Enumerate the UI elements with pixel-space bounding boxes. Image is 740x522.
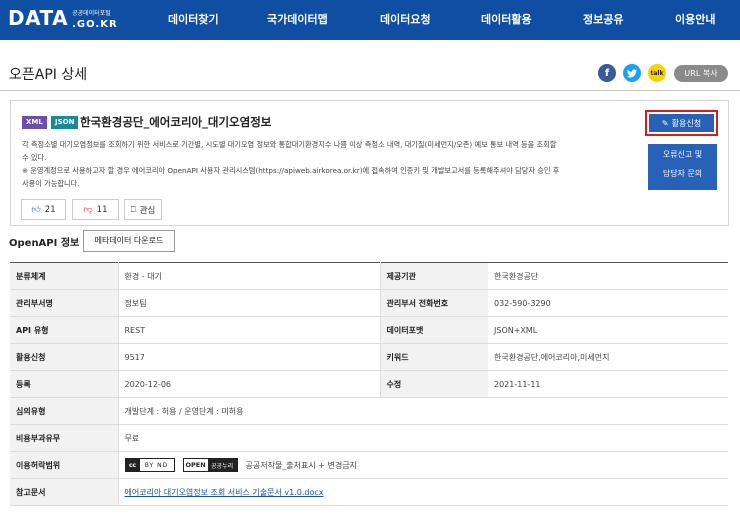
json-badge: JSON [51,116,79,129]
site-logo[interactable]: DATA 공공데이터포털 .GO.KR [8,6,118,30]
table-row: 심의유형 개발단계 : 허용 / 운영단계 : 미허용 [10,397,728,425]
row-key: 관리부서 전화번호 [379,289,488,317]
xml-badge: XML [22,116,47,129]
dataset-title: 한국환경공단_에어코리아_대기오염정보 [80,115,272,129]
nav-data-search[interactable]: 데이터찾기 [168,11,219,27]
row-key: 데이터포맷 [379,316,488,344]
nav-data-utilization[interactable]: 데이터활용 [481,11,532,27]
like-count: 21 [44,204,56,215]
interest-button[interactable]: ⎕ 관심 [124,199,162,220]
dislike-button[interactable]: 👎︎ 11 [72,199,119,220]
row-value: 한국환경공단,에어코리아,미세먼지 [488,343,728,371]
row-key: 제공기관 [379,262,488,290]
dislike-count: 11 [96,204,108,215]
bookmark-icon: ⎕ [130,204,136,215]
logo-subtitle: 공공데이터포털 [72,10,111,17]
kakaotalk-share-icon[interactable]: talk [648,64,666,82]
table-row: 분류체계 환경 - 대기 제공기관 한국환경공단 [10,262,728,290]
url-copy-button[interactable]: URL 복사 [674,65,728,82]
apply-button[interactable]: ✎ 활용신청 [645,110,718,136]
description-paragraph: 각 측정소별 대기오염정보를 조회하기 위한 서비스로 기간별, 시도별 대기오… [22,140,557,162]
row-value: 정보팀 [117,289,380,317]
table-row: 이용허락범위 cc BY ND OPEN 공공누리 공공저작물_출처표시 + 변… [10,451,728,479]
twitter-share-icon[interactable] [623,64,641,82]
thumbs-up-icon: 👍︎ [31,204,41,215]
table-row: 비용부과유무 무료 [10,424,728,452]
nav-usage-guide[interactable]: 이용안내 [675,11,715,27]
facebook-share-icon[interactable]: f [598,64,616,82]
row-key: 분류체계 [10,262,118,290]
row-key: API 유형 [10,316,118,344]
metadata-download-button[interactable]: 메타데이터 다운로드 [83,230,175,252]
table-row: 등록 2020-12-06 수정 2021-11-11 [10,370,728,398]
interest-label: 관심 [139,205,156,216]
api-info-table: 분류체계 환경 - 대기 제공기관 한국환경공단 관리부서명 정보팀 관리부서 전화번호 03… [10,262,728,506]
kogl-license-icon: OPEN 공공누리 [182,458,238,472]
table-row: 참고문서 에어코리아 대기오염정보 조회 서비스 기술문서 v1.0.docx [10,478,728,506]
report-error-contact-button[interactable]: 오류신고 및 담당자 문의 [648,144,717,190]
row-value: 2021-11-11 [488,370,728,398]
dataset-description: 각 측정소별 대기오염정보를 조회하기 위한 서비스로 기간별, 시도별 대기오… [22,138,562,190]
row-value: REST [117,316,380,344]
row-key: 키워드 [379,343,488,371]
row-key: 활용신청 [10,343,118,371]
thumbs-down-icon: 👎︎ [83,204,93,215]
row-value: 9517 [117,343,380,371]
logo-domain: .GO.KR [72,19,118,30]
row-value: 환경 - 대기 [117,262,380,290]
license-text: 공공저작물_출처표시 + 변경금지 [245,460,357,470]
row-value: JSON+XML [488,316,728,344]
table-row: API 유형 REST 데이터포맷 JSON+XML [10,316,728,344]
description-notice: ※ 운영계정으로 사용하고자 할 경우 에어코리아 OpenAPI 사용자 관리… [22,166,560,188]
nav-info-share[interactable]: 정보공유 [583,11,623,27]
apply-button-label: 활용신청 [671,118,702,128]
nav-national-data-map[interactable]: 국가데이터맵 [267,11,328,27]
top-navigation-bar: DATA 공공데이터포털 .GO.KR 데이터찾기 국가데이터맵 데이터요청 데… [0,0,740,40]
row-key: 수정 [379,370,488,398]
row-value: 한국환경공단 [488,262,728,290]
page-title: 오픈API 상세 [9,67,88,83]
row-value: 032-590-3290 [488,289,728,317]
row-value: 2020-12-06 [117,370,380,398]
table-row: 활용신청 9517 키워드 한국환경공단,에어코리아,미세먼지 [10,343,728,371]
main-menu: 데이터찾기 국가데이터맵 데이터요청 데이터활용 정보공유 이용안내 [140,0,740,40]
divider [0,90,740,91]
row-key: 등록 [10,370,118,398]
logo-text: DATA [8,6,69,30]
pencil-icon: ✎ [661,118,669,128]
reference-doc-link[interactable]: 에어코리아 대기오염정보 조회 서비스 기술문서 v1.0.docx [125,488,324,497]
section-title: OpenAPI 정보 [9,238,80,249]
row-key: 관리부서명 [10,289,118,317]
like-button[interactable]: 👍︎ 21 [21,199,66,220]
table-row: 관리부서명 정보팀 관리부서 전화번호 032-590-3290 [10,289,728,317]
nav-data-request[interactable]: 데이터요청 [380,11,431,27]
cc-license-icon: cc BY ND [124,458,175,472]
